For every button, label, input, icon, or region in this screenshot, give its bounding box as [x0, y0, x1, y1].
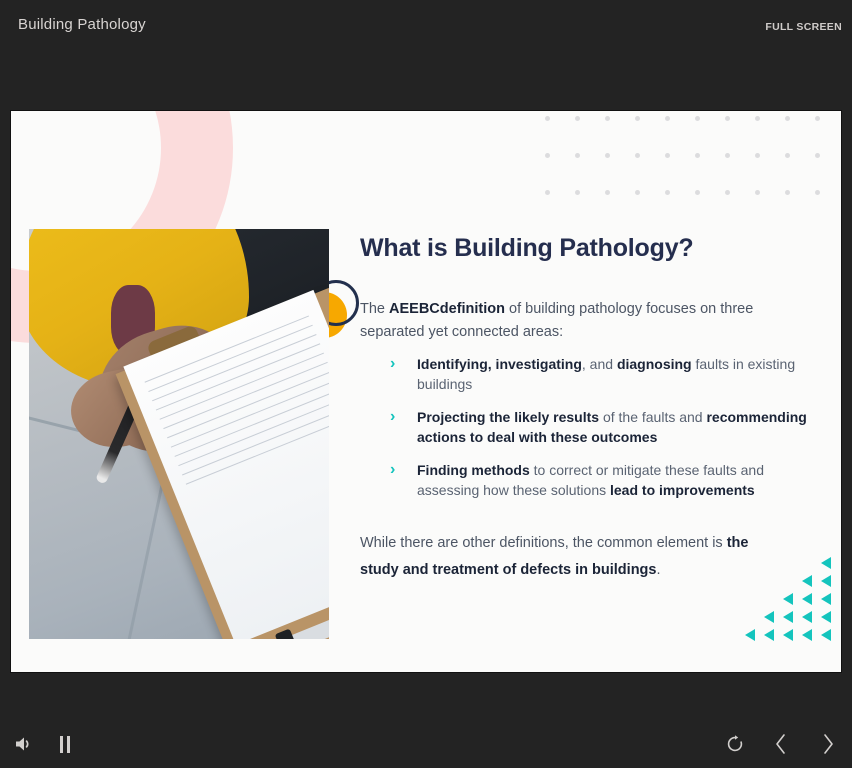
outro-paragraph: While there are other definitions, the c…	[360, 530, 790, 584]
intro-paragraph: The AEEBCdefinition of building patholog…	[360, 298, 760, 344]
pause-bar-left	[60, 735, 63, 753]
chevron-right-icon: ›	[390, 408, 396, 425]
outro-rest: .	[656, 561, 661, 578]
bullet-list: › Identifying, investigating, and diagnos…	[382, 355, 812, 514]
triangle-row	[736, 629, 831, 641]
next-button[interactable]	[812, 728, 844, 760]
dot-grid-decoration	[545, 116, 841, 227]
triangle-decoration	[736, 557, 831, 647]
bullet-text-segment: , and	[581, 356, 617, 372]
triangle-left-icon	[821, 575, 831, 587]
triangle-left-icon	[764, 629, 774, 641]
bullet-item: › Finding methods to correct or mitigate …	[382, 461, 812, 500]
replay-icon[interactable]	[719, 728, 751, 760]
bullet-text-segment: diagnosing	[616, 356, 692, 372]
volume-icon[interactable]	[8, 728, 40, 760]
triangle-left-icon	[783, 611, 793, 623]
slide-photo: Checklist Report	[29, 229, 329, 639]
course-player: Building Pathology FULL SCREEN What is B…	[0, 0, 852, 768]
pause-button[interactable]	[49, 728, 81, 760]
triangle-left-icon	[821, 557, 831, 569]
triangle-row	[774, 593, 831, 605]
triangle-left-icon	[821, 611, 831, 623]
triangle-row	[755, 611, 831, 623]
outro-lead: While there are other definitions, the c…	[360, 534, 727, 551]
triangle-left-icon	[821, 629, 831, 641]
triangle-left-icon	[821, 593, 831, 605]
slide-title: What is Building Pathology?	[360, 234, 694, 262]
pause-bar-right	[67, 735, 70, 753]
player-controls	[0, 720, 852, 768]
bullet-text-segment: of the faults and	[599, 409, 707, 425]
triangle-left-icon	[802, 575, 812, 587]
triangle-left-icon	[802, 611, 812, 623]
slide-stage: Checklist Report What is Building Pathol…	[10, 110, 842, 673]
bullet-text-segment: Projecting the likely results	[417, 409, 600, 425]
triangle-row	[812, 557, 831, 569]
intro-lead: The	[360, 300, 390, 317]
intro-bold-term: AEEBCdefinition	[389, 300, 506, 317]
triangle-left-icon	[745, 629, 755, 641]
top-bar: Building Pathology FULL SCREEN	[0, 0, 852, 56]
triangle-left-icon	[783, 593, 793, 605]
bullet-item: › Identifying, investigating, and diagnos…	[382, 355, 812, 394]
triangle-left-icon	[802, 629, 812, 641]
bullet-text-segment: Identifying, investigating	[417, 356, 582, 372]
bullet-item: › Projecting the likely results of the fa…	[382, 408, 812, 447]
course-title: Building Pathology	[18, 16, 146, 33]
chevron-right-icon: ›	[390, 461, 396, 478]
triangle-row	[793, 575, 831, 587]
bullet-text-segment: lead to improvements	[610, 481, 755, 498]
triangle-left-icon	[783, 629, 793, 641]
triangle-left-icon	[764, 611, 774, 623]
chevron-right-icon: ›	[390, 355, 396, 372]
fullscreen-button[interactable]: FULL SCREEN	[765, 21, 842, 33]
triangle-left-icon	[802, 593, 812, 605]
previous-button[interactable]	[765, 728, 797, 760]
bullet-text-segment: Finding methods	[417, 462, 530, 478]
